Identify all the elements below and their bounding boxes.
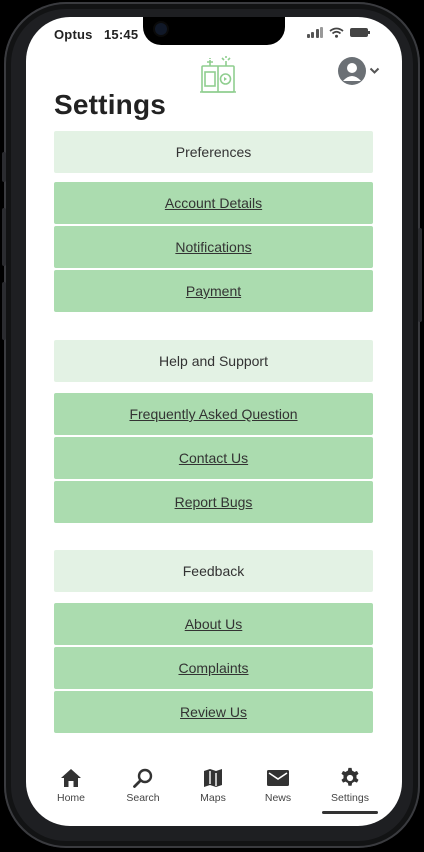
complaints-link[interactable]: Complaints — [54, 647, 373, 689]
section-header-feedback: Feedback — [54, 550, 373, 592]
avatar-icon — [338, 57, 366, 85]
power-button — [418, 228, 422, 322]
status-bar-right — [306, 27, 370, 38]
screen: Optus 15:45 Settings Preferences Account… — [26, 17, 402, 826]
page-title: Settings — [54, 89, 167, 120]
gear-icon — [341, 767, 359, 786]
volume-up-button — [2, 208, 6, 266]
tab-search-label: Search — [126, 792, 160, 804]
front-camera — [155, 23, 167, 35]
wifi-icon — [329, 27, 344, 38]
chevron-down-icon — [369, 67, 380, 74]
mail-icon — [267, 770, 289, 786]
tab-maps[interactable]: Maps — [178, 767, 248, 804]
tab-news-label: News — [264, 792, 292, 804]
mute-switch — [2, 152, 6, 182]
section-header-help-and-support: Help and Support — [54, 340, 373, 382]
tab-bar: Home Search Maps News Settings — [26, 753, 402, 814]
notch — [143, 17, 285, 45]
contact-us-link[interactable]: Contact Us — [54, 437, 373, 479]
tab-search[interactable]: Search — [108, 767, 178, 804]
status-bar-left: Optus 15:45 — [54, 27, 138, 42]
active-tab-indicator — [322, 811, 378, 814]
tab-news[interactable]: News — [243, 767, 313, 804]
signal-icon — [306, 27, 323, 38]
profile-menu[interactable] — [338, 57, 380, 85]
review-us-link[interactable]: Review Us — [54, 691, 373, 733]
carrier-name: Optus — [54, 27, 93, 42]
volume-down-button — [2, 282, 6, 340]
clock: 15:45 — [104, 27, 139, 42]
faq-link[interactable]: Frequently Asked Question — [54, 393, 373, 435]
tab-home[interactable]: Home — [36, 767, 106, 804]
app-logo — [200, 56, 236, 93]
about-us-link[interactable]: About Us — [54, 603, 373, 645]
account-details-link[interactable]: Account Details — [54, 182, 373, 224]
battery-icon — [350, 28, 370, 37]
tab-home-label: Home — [56, 792, 85, 804]
tab-settings[interactable]: Settings — [315, 767, 385, 804]
tab-settings-label: Settings — [331, 792, 369, 804]
search-icon — [133, 768, 153, 788]
report-bugs-link[interactable]: Report Bugs — [54, 481, 373, 523]
tab-maps-label: Maps — [200, 792, 226, 804]
home-icon — [61, 769, 81, 787]
section-header-preferences: Preferences — [54, 131, 373, 173]
map-icon — [204, 769, 222, 787]
notifications-link[interactable]: Notifications — [54, 226, 373, 268]
payment-link[interactable]: Payment — [54, 270, 373, 312]
